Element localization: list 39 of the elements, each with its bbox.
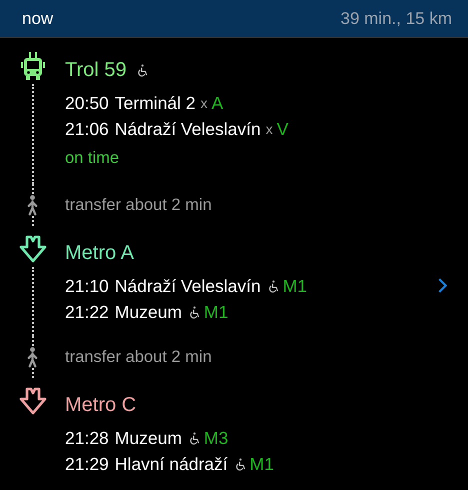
stop-name: Terminál 2 <box>114 92 196 114</box>
stop-name: Nádraží Veleslavín <box>114 118 261 140</box>
metro-icon <box>18 235 46 263</box>
status-text: on time <box>65 148 120 168</box>
line-name: Metro C <box>65 394 136 416</box>
exit-label: M1 <box>204 302 228 322</box>
stop-name: Nádraží Veleslavín <box>114 276 261 296</box>
line-name: Trol 59 <box>65 58 127 82</box>
transfer-text: transfer about 2 min <box>65 194 213 216</box>
stop-time: 21:22 <box>65 302 109 322</box>
wheelchair-icon <box>188 432 200 444</box>
transfer-text: transfer about 2 min <box>65 346 213 368</box>
transfer-mark: x <box>266 121 273 137</box>
trolleybus-icon <box>20 52 44 80</box>
walking-person-icon <box>26 346 39 368</box>
transfer-mark: x <box>200 95 208 111</box>
exit-label: A <box>212 92 224 114</box>
line-name: Metro A <box>65 242 134 264</box>
exit-label: M1 <box>282 276 308 296</box>
walking-person-icon <box>26 194 39 216</box>
stop-time: 21:29 <box>65 454 109 474</box>
stop-time: 20:50 <box>65 92 109 114</box>
stop-time: 21:28 <box>65 428 109 448</box>
trip-summary: 39 min., 15 km <box>340 8 452 28</box>
stop-name: Muzeum <box>114 302 182 322</box>
wheelchair-icon <box>136 64 148 76</box>
metro-icon <box>18 387 46 415</box>
exit-label: M1 <box>250 454 274 474</box>
stop-name: Hlavní nádraží <box>114 454 228 474</box>
exit-label: M3 <box>204 428 228 448</box>
wheelchair-icon <box>268 280 279 292</box>
wheelchair-icon <box>188 306 200 318</box>
departure-time: now <box>22 8 54 28</box>
stop-time: 21:10 <box>65 276 109 296</box>
wheelchair-icon <box>234 458 246 470</box>
chevron-icon[interactable] <box>438 278 447 293</box>
exit-label: V <box>276 118 288 140</box>
stop-time: 21:06 <box>65 118 109 140</box>
stop-name: Muzeum <box>114 428 182 448</box>
